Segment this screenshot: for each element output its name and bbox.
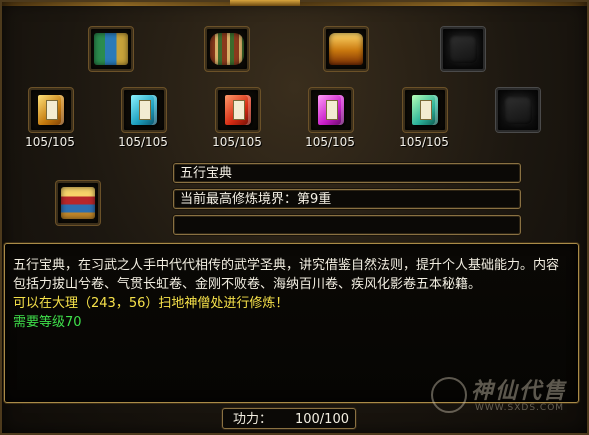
manual-slot-teal[interactable] — [122, 88, 166, 132]
manual-count: 105/105 — [118, 135, 168, 149]
manual-name-field: 五行宝典 — [173, 163, 521, 183]
item-slot-2[interactable] — [205, 27, 249, 71]
teal-manual-icon — [131, 95, 157, 125]
manual-count: 105/105 — [399, 135, 449, 149]
red-manual-icon — [225, 95, 251, 125]
book-stack-icon — [61, 187, 95, 219]
extra-info-field — [173, 215, 521, 235]
green-manual-icon — [412, 95, 438, 125]
pink-manual-icon — [318, 95, 344, 125]
item-slot-4-empty[interactable] — [441, 27, 485, 71]
selected-manual-slot[interactable] — [56, 181, 100, 225]
treasure-chest-icon — [329, 33, 363, 65]
manual-slot-pink[interactable] — [309, 88, 353, 132]
watermark-name: 神仙代售 — [471, 378, 568, 404]
item-slot-1[interactable] — [89, 27, 133, 71]
training-location-text: 可以在大理（243，56）扫地神僧处进行修炼！ — [13, 296, 289, 311]
power-value: 100/100 — [294, 412, 349, 427]
manual-slot-green[interactable] — [403, 88, 447, 132]
watermark-logo-icon — [431, 377, 467, 413]
books-bundle-icon — [94, 33, 128, 65]
watermark: 神仙代售 WWW.SXDS.COM — [431, 373, 581, 415]
manual-slot-empty[interactable] — [496, 88, 540, 132]
manual-slot-gold[interactable] — [29, 88, 73, 132]
description-text: 五行宝典，在习武之人手中代代相传的武学圣典，讲究借鉴自然法则，提升个人基础能力。… — [13, 258, 560, 292]
empty-slot-icon — [504, 96, 532, 124]
scroll-bundle-icon — [210, 33, 244, 65]
empty-slot-icon — [449, 35, 477, 63]
power-label: 功力： — [233, 412, 273, 427]
manual-count: 105/105 — [212, 135, 262, 149]
watermark-url: WWW.SXDS.COM — [475, 403, 565, 413]
manual-count: 105/105 — [25, 135, 75, 149]
item-slot-3[interactable] — [324, 27, 368, 71]
title-tab-decoration — [230, 0, 300, 6]
level-requirement-text: 需要等级70 — [13, 315, 82, 330]
gold-manual-icon — [38, 95, 64, 125]
highest-realm-field: 当前最高修炼境界：第9重 — [173, 189, 521, 209]
manual-count: 105/105 — [305, 135, 355, 149]
manual-slot-red[interactable] — [216, 88, 260, 132]
power-display: 功力： 100/100 — [222, 408, 356, 429]
